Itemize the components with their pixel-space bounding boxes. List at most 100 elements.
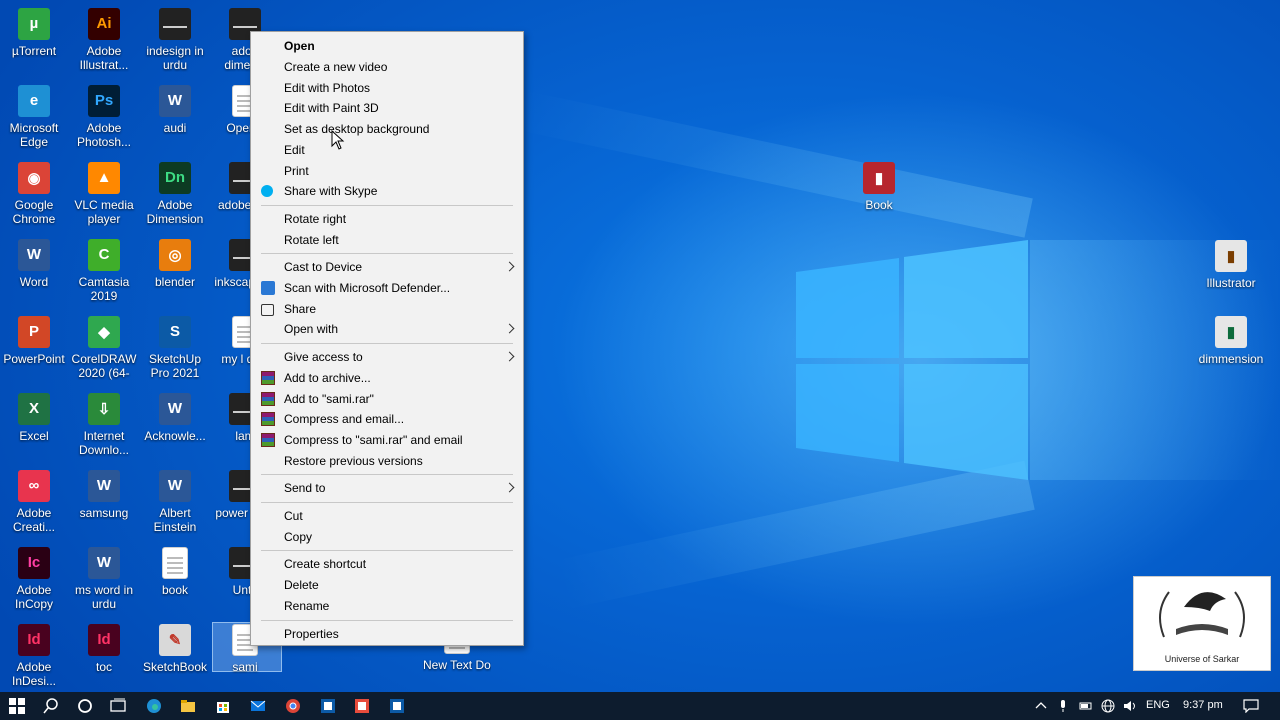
desktop-icon[interactable]: Ai Adobe Illustrat... <box>70 8 138 72</box>
desktop-icon[interactable]: µ µTorrent <box>0 8 68 58</box>
menu-item-add-to-sami-rar[interactable]: Add to "sami.rar" <box>253 389 521 409</box>
file-explorer-taskbar-button[interactable] <box>171 692 205 720</box>
menu-item-share-with-skype[interactable]: Share with Skype <box>253 181 521 201</box>
desktop-icon[interactable]: C Camtasia 2019 <box>70 239 138 303</box>
desktop-icon[interactable]: ◉ Google Chrome <box>0 162 68 226</box>
volume-icon[interactable] <box>1123 699 1137 713</box>
desktop-icon[interactable]: Ps Adobe Photosh... <box>70 85 138 149</box>
share-icon <box>261 303 274 316</box>
menu-item-create-shortcut[interactable]: Create shortcut <box>253 554 521 574</box>
menu-item-share[interactable]: Share <box>253 299 521 319</box>
menu-item-delete[interactable]: Delete <box>253 575 521 595</box>
menu-item-compress-to-sami-rar-and-email[interactable]: Compress to "sami.rar" and email <box>253 430 521 450</box>
edge-taskbar-button[interactable] <box>137 692 171 720</box>
submenu-arrow-icon <box>504 261 515 272</box>
menu-item-label: Open with <box>284 322 339 337</box>
desktop-icon[interactable]: indesign in urdu <box>141 8 209 72</box>
desktop-icon-label: toc <box>95 660 112 674</box>
desktop-icon[interactable]: ▲ VLC media player <box>70 162 138 226</box>
menu-item-rotate-left[interactable]: Rotate left <box>253 230 521 250</box>
taskbar: ENG 9:37 pm <box>0 692 1280 720</box>
desktop-icon-label: audi <box>163 121 187 135</box>
desktop-icon[interactable]: ◎ blender <box>141 239 209 289</box>
menu-item-properties[interactable]: Properties <box>253 624 521 644</box>
menu-item-print[interactable]: Print <box>253 161 521 181</box>
menu-item-cut[interactable]: Cut <box>253 506 521 526</box>
menu-item-label: Add to "sami.rar" <box>284 391 374 406</box>
desktop-icon[interactable]: ▮ Book <box>845 162 913 212</box>
clock[interactable]: 9:37 pm <box>1183 699 1223 711</box>
notification-icon[interactable] <box>1243 699 1259 713</box>
store-taskbar-button[interactable] <box>206 692 240 720</box>
desktop-icon[interactable]: P PowerPoint <box>0 316 68 366</box>
microphone-icon[interactable] <box>1056 699 1070 713</box>
menu-item-cast-to-device[interactable]: Cast to Device <box>253 257 521 277</box>
menu-separator <box>261 474 513 476</box>
search-taskbar-button[interactable] <box>34 692 68 720</box>
menu-item-edit[interactable]: Edit <box>253 140 521 160</box>
task-view-taskbar-button[interactable] <box>101 692 135 720</box>
menu-item-restore-previous-versions[interactable]: Restore previous versions <box>253 451 521 471</box>
desktop-icon[interactable]: S SketchUp Pro 2021 <box>141 316 209 380</box>
desktop-icon[interactable]: W Acknowle... <box>141 393 209 443</box>
video-thumbnail-icon <box>159 8 191 40</box>
cortana-taskbar-button[interactable] <box>68 692 102 720</box>
desktop[interactable]: µ µTorrent Ai Adobe Illustrat... indesign in… <box>0 0 1280 692</box>
language-indicator[interactable]: ENG <box>1146 699 1170 711</box>
battery-icon[interactable] <box>1079 699 1093 713</box>
chevron-up-icon[interactable] <box>1034 699 1048 713</box>
menu-item-edit-with-paint-3d[interactable]: Edit with Paint 3D <box>253 98 521 118</box>
desktop-icon[interactable]: Waudi <box>141 85 209 135</box>
desktop-icon[interactable]: Dn Adobe Dimension <box>141 162 209 226</box>
menu-item-open-with[interactable]: Open with <box>253 319 521 339</box>
camtasia-taskbar-button[interactable] <box>345 692 379 720</box>
task-view-icon <box>110 698 126 712</box>
mail-taskbar-button[interactable] <box>241 692 275 720</box>
menu-item-send-to[interactable]: Send to <box>253 478 521 498</box>
desktop-icon-label: Camtasia 2019 <box>78 275 130 303</box>
menu-item-set-as-desktop-background[interactable]: Set as desktop background <box>253 119 521 139</box>
mail-icon <box>250 700 266 711</box>
desktop-icon[interactable]: Id Adobe InDesi... <box>0 624 68 688</box>
sketchup-taskbar-button[interactable] <box>311 692 345 720</box>
menu-item-copy[interactable]: Copy <box>253 527 521 547</box>
chrome-taskbar-button[interactable] <box>276 692 310 720</box>
desktop-icon[interactable]: ▮ Illustrator <box>1197 240 1265 290</box>
desktop-icon[interactable]: ✎ SketchBook <box>141 624 209 674</box>
illustrator-file-icon: ▮ <box>1215 240 1247 272</box>
sketchup-taskbar-button[interactable] <box>380 692 414 720</box>
menu-item-compress-and-email[interactable]: Compress and email... <box>253 409 521 429</box>
excel-icon: X <box>18 393 50 425</box>
desktop-icon[interactable]: Ic Adobe InCopy 2021 <box>0 547 68 611</box>
dimension-file-icon: ▮ <box>1215 316 1247 348</box>
desktop-icon[interactable]: ▮ dimmension <box>1197 316 1265 366</box>
menu-item-label: Copy <box>284 529 313 544</box>
menu-item-rename[interactable]: Rename <box>253 596 521 616</box>
desktop-icon[interactable]: book <box>141 547 209 597</box>
menu-item-create-a-new-video[interactable]: Create a new video <box>253 57 521 77</box>
start-taskbar-button[interactable] <box>0 692 34 720</box>
submenu-arrow-icon <box>504 323 515 334</box>
menu-item-add-to-archive[interactable]: Add to archive... <box>253 368 521 388</box>
search-icon <box>43 698 58 714</box>
network-icon[interactable] <box>1101 699 1115 713</box>
desktop-icon[interactable]: X Excel <box>0 393 68 443</box>
desktop-icon[interactable]: W Albert Einstein <box>141 470 209 534</box>
menu-separator <box>261 550 513 552</box>
menu-item-scan-with-microsoft-defender[interactable]: Scan with Microsoft Defender... <box>253 278 521 298</box>
desktop-icon[interactable]: ◆ CorelDRAW 2020 (64-Bit) <box>70 316 138 380</box>
desktop-icon[interactable]: Wsamsung <box>70 470 138 520</box>
menu-item-give-access-to[interactable]: Give access to <box>253 347 521 367</box>
desktop-icon[interactable]: Id toc <box>70 624 138 674</box>
menu-item-open[interactable]: Open <box>253 36 521 56</box>
desktop-icon[interactable]: ⇩ Internet Downlo... <box>70 393 138 457</box>
menu-item-rotate-right[interactable]: Rotate right <box>253 209 521 229</box>
desktop-icon[interactable]: e Microsoft Edge <box>0 85 68 149</box>
menu-separator <box>261 343 513 345</box>
adobe-indesign-icon: Id <box>18 624 50 656</box>
desktop-icon-label: Excel <box>19 429 49 443</box>
menu-item-edit-with-photos[interactable]: Edit with Photos <box>253 78 521 98</box>
desktop-icon[interactable]: ∞ Adobe Creati... <box>0 470 68 534</box>
desktop-icon[interactable]: W Word <box>0 239 68 289</box>
desktop-icon[interactable]: Wms word in urdu <box>70 547 138 611</box>
